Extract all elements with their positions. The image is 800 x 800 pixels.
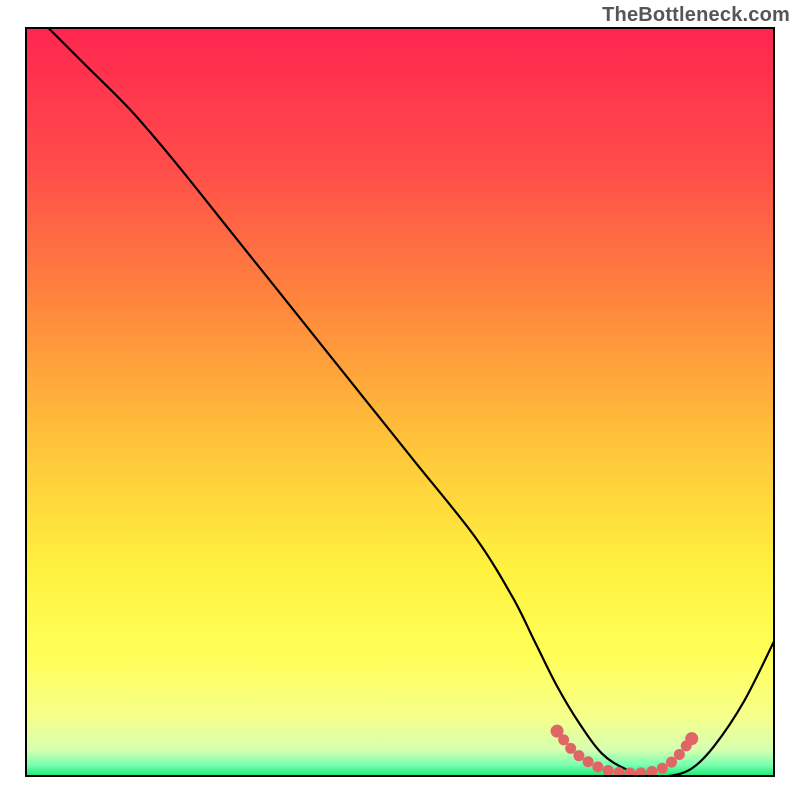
bottleneck-chart xyxy=(0,0,800,800)
watermark-text: TheBottleneck.com xyxy=(602,4,790,27)
gradient-background xyxy=(26,28,774,776)
chart-container: TheBottleneck.com xyxy=(0,0,800,800)
